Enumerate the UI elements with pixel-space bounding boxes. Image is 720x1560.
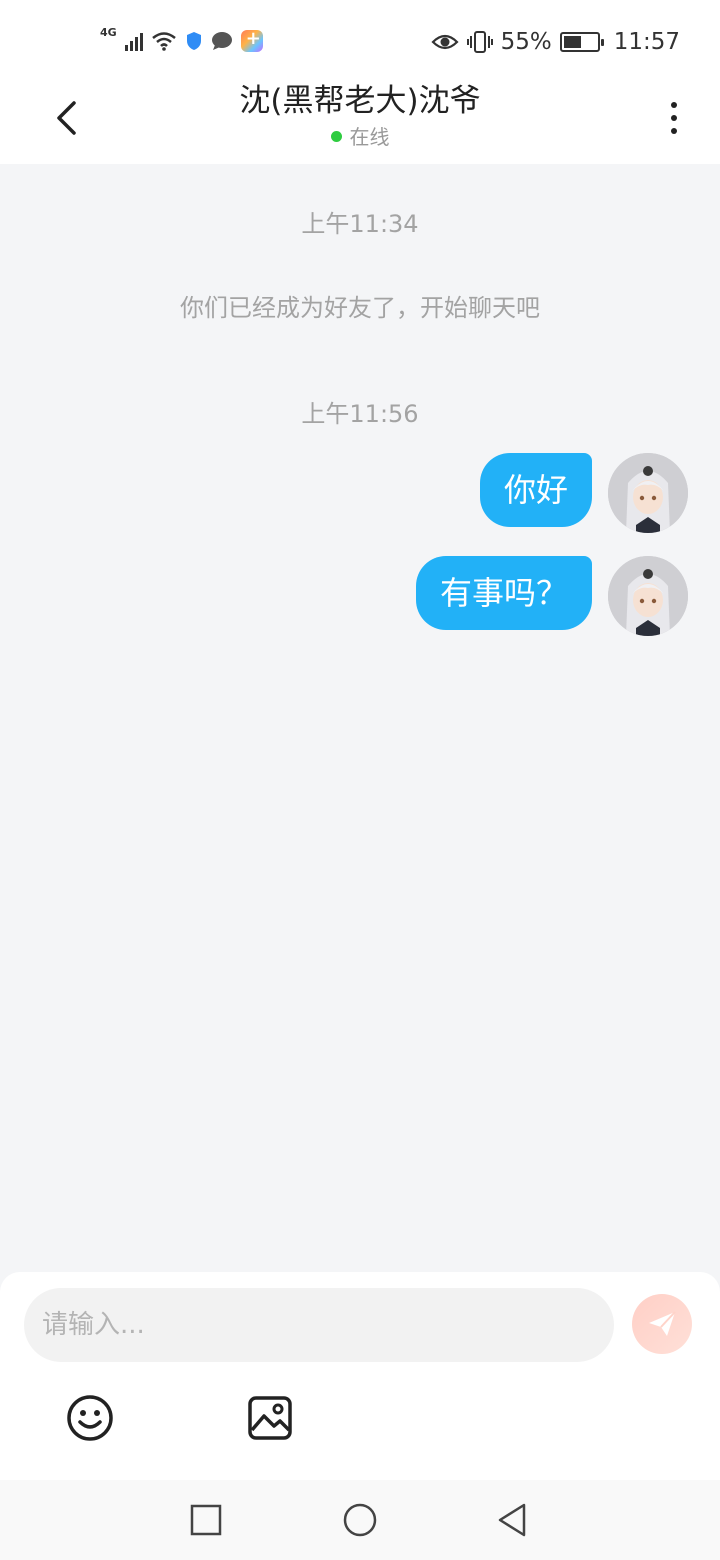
status-right-icons: 55% 11:57 <box>431 26 680 58</box>
battery-percent: 55% <box>500 29 552 55</box>
clock: 11:57 <box>613 29 680 55</box>
chat-header: 沈(黑帮老大)沈爷 在线 <box>0 80 720 164</box>
more-vertical-icon <box>671 102 677 108</box>
image-button[interactable] <box>246 1394 294 1442</box>
avatar[interactable] <box>608 556 688 636</box>
avatar-image <box>608 556 688 636</box>
more-dot <box>671 115 677 121</box>
message-row: 有事吗？ <box>415 556 688 636</box>
message-bubble[interactable]: 你好 <box>479 453 592 527</box>
online-status: 在线 <box>0 124 720 150</box>
send-button[interactable] <box>632 1294 692 1354</box>
avatar-image <box>608 453 688 533</box>
online-dot-icon <box>330 131 342 142</box>
timestamp: 上午11:56 <box>301 400 419 428</box>
recent-apps-button[interactable] <box>186 1500 226 1540</box>
more-options-button[interactable] <box>658 96 690 140</box>
message-input[interactable] <box>24 1288 614 1362</box>
image-icon <box>248 1396 292 1440</box>
paper-plane-icon <box>649 1311 676 1336</box>
chat-area[interactable]: 上午11:34 你们已经成为好友了，开始聊天吧 上午11:56 你好 有事吗？ <box>0 164 720 1272</box>
network-type: 4G <box>100 25 117 39</box>
triangle-back-icon <box>498 1503 526 1537</box>
avatar[interactable] <box>608 453 688 533</box>
nav-back-button[interactable] <box>492 1500 532 1540</box>
wifi-icon <box>151 32 176 51</box>
system-message: 你们已经成为好友了，开始聊天吧 <box>180 294 540 322</box>
online-status-label: 在线 <box>349 125 390 149</box>
message-icon <box>211 32 232 50</box>
smiley-icon <box>67 1395 113 1441</box>
more-dot <box>671 128 677 134</box>
timestamp: 上午11:34 <box>301 210 419 238</box>
status-bar: 4G 55% 11:57 <box>0 0 720 80</box>
circle-icon <box>343 1503 377 1537</box>
vibrate-icon <box>466 31 493 53</box>
emoji-button[interactable] <box>66 1394 114 1442</box>
shield-icon <box>186 32 201 50</box>
battery-icon <box>559 32 604 52</box>
system-nav-bar <box>0 1480 720 1560</box>
message-bubble[interactable]: 有事吗？ <box>415 556 592 630</box>
square-icon <box>190 1504 222 1536</box>
message-row: 你好 <box>479 453 688 533</box>
status-left-icons: 4G <box>100 26 263 56</box>
app-notification-icon <box>240 28 263 52</box>
battery-fill <box>563 36 582 48</box>
home-button[interactable] <box>340 1500 380 1540</box>
input-panel <box>0 1272 720 1480</box>
signal-icon <box>124 31 143 51</box>
contact-name: 沈(黑帮老大)沈爷 <box>239 83 481 119</box>
eye-icon <box>431 34 459 50</box>
